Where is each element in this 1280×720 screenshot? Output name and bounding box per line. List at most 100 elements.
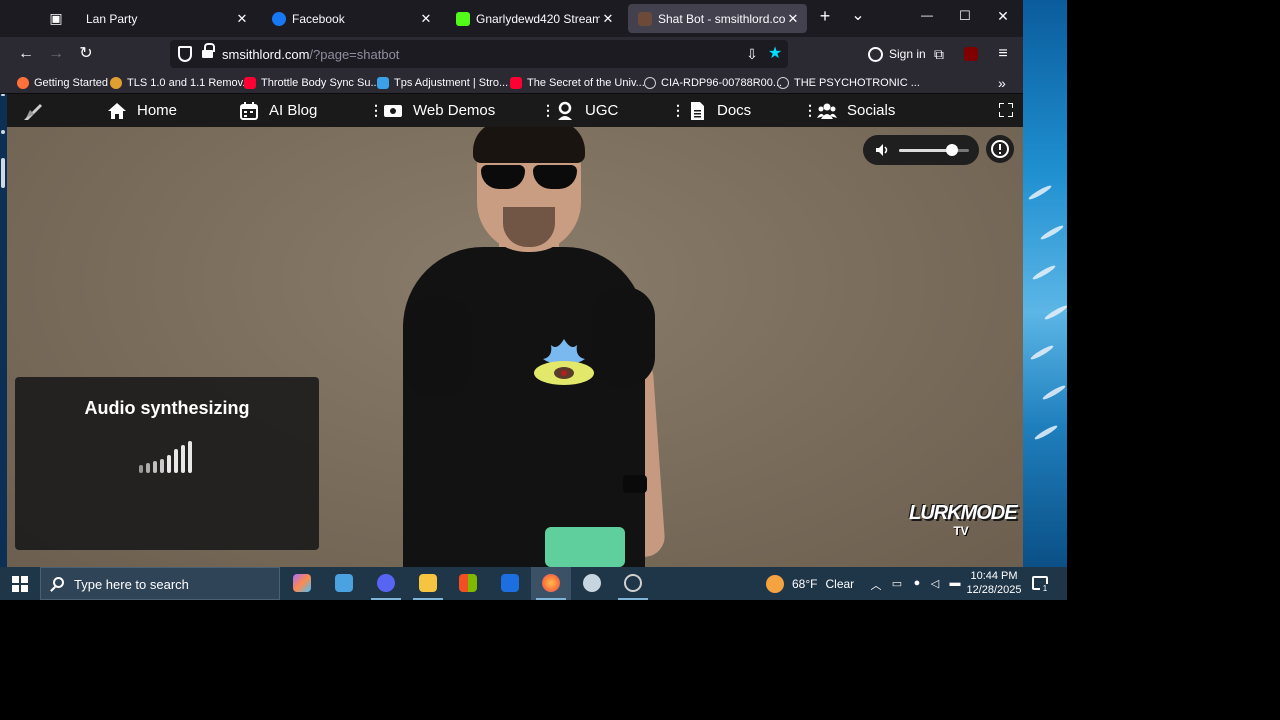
avatar-shorts <box>545 527 625 567</box>
new-tab-icon[interactable]: + <box>815 6 835 27</box>
document-icon <box>691 101 704 120</box>
weather-widget[interactable]: 68°F Clear <box>766 573 854 595</box>
address-bar[interactable]: smsithlord.com/?page=shatbot ⇩ ★ <box>170 40 788 68</box>
nav-docs[interactable]: Docs <box>687 94 751 127</box>
reload-icon[interactable]: ↻ <box>75 43 97 65</box>
download-icon[interactable]: ⇩ <box>743 45 761 63</box>
tab-facebook[interactable]: Facebook ✕ <box>262 4 440 33</box>
watermark-sub: TV <box>953 524 969 538</box>
taskbar-speedometer-app[interactable] <box>613 567 653 600</box>
steam-icon <box>583 574 601 592</box>
more-bookmarks-chevron-icon[interactable]: » <box>998 75 1006 91</box>
nav-separator-dots: ⋮ <box>369 102 383 118</box>
close-tab-icon[interactable]: ✕ <box>234 11 250 27</box>
bookmark-label: TLS 1.0 and 1.1 Remov... <box>127 76 252 89</box>
bookmarks-toolbar: Getting Started TLS 1.0 and 1.1 Remov...… <box>0 71 1023 94</box>
microphone-icon[interactable]: ● <box>910 577 924 589</box>
windows-taskbar: Type here to search 68°F Clear ︿ ▭ ● ◁ ▬… <box>0 567 1067 600</box>
users-icon <box>817 103 837 119</box>
weather-temp: 68°F <box>792 577 818 591</box>
volume-slider-thumb[interactable] <box>945 144 958 156</box>
desktop-edge-strip <box>0 94 7 567</box>
bookmark-item[interactable]: Getting Started <box>17 75 108 90</box>
tab-bar: ▣ Lan Party ✕ Facebook ✕ Gnarlydewd420 S… <box>0 0 1023 37</box>
nav-label: Web Demos <box>413 102 496 119</box>
fullscreen-icon[interactable] <box>999 103 1013 117</box>
taskbar-copilot[interactable] <box>282 567 322 600</box>
taskbar-steam[interactable] <box>572 567 612 600</box>
close-tab-icon[interactable]: ✕ <box>785 11 801 27</box>
nav-ai-blog[interactable]: AI Blog <box>239 94 317 127</box>
firefox-view-icon[interactable]: ▣ <box>46 8 66 28</box>
url-text[interactable]: smsithlord.com/?page=shatbot <box>222 47 399 62</box>
network-icon[interactable]: ▬ <box>948 577 962 589</box>
taskbar-discord[interactable] <box>366 567 406 600</box>
extensions-icon[interactable]: ⧉ <box>928 43 950 65</box>
bookmark-item[interactable]: The Secret of the Univ... <box>510 75 645 90</box>
bookmark-item[interactable]: Tps Adjustment | Stro... <box>377 75 508 90</box>
nav-label: UGC <box>585 102 619 119</box>
minimize-icon[interactable]: — <box>917 8 937 22</box>
bookmark-star-icon[interactable]: ★ <box>766 45 784 63</box>
ublock-origin-icon[interactable] <box>960 43 982 65</box>
system-clock[interactable]: 10:44 PM 12/28/2025 <box>962 569 1026 597</box>
avatar-sunglasses <box>477 165 581 191</box>
lock-icon[interactable] <box>202 43 215 59</box>
nav-web-demos[interactable]: Web Demos <box>383 94 495 127</box>
hamburger-menu-icon[interactable]: ≡ <box>992 43 1014 65</box>
avatar-hair <box>473 127 585 163</box>
avatar-3d-viewport[interactable]: Audio synthesizing LURKMODE TV <box>7 127 1023 567</box>
tab-lan-party[interactable]: Lan Party ✕ <box>76 4 256 33</box>
search-icon <box>53 577 64 588</box>
taskbar-outlook[interactable] <box>490 567 530 600</box>
list-all-tabs-icon[interactable]: ⌄ <box>848 5 868 25</box>
taskbar-microsoft-store[interactable] <box>448 567 488 600</box>
audio-status-panel: Audio synthesizing <box>15 377 319 550</box>
desktop-wallpaper <box>1023 0 1067 567</box>
close-tab-icon[interactable]: ✕ <box>418 11 434 27</box>
nav-label: Socials <box>847 102 896 119</box>
volume-tray-icon[interactable]: ◁ <box>928 577 942 590</box>
navigation-toolbar: ← → ↻ smsithlord.com/?page=shatbot ⇩ ★ S… <box>0 37 1023 71</box>
bookmark-item[interactable]: THE PSYCHOTRONIC ... <box>777 75 920 90</box>
windows-start-icon[interactable] <box>12 576 28 592</box>
meet-now-icon[interactable]: ▭ <box>890 577 904 590</box>
bookmark-label: Tps Adjustment | Stro... <box>394 76 509 89</box>
maximize-icon[interactable]: ☐ <box>955 8 975 24</box>
tab-label: Facebook <box>292 11 345 26</box>
globe-icon <box>644 76 656 89</box>
close-window-icon[interactable]: ✕ <box>993 8 1013 25</box>
speaker-icon[interactable] <box>875 143 889 157</box>
forward-arrow-icon[interactable]: → <box>45 43 67 65</box>
url-path: /?page=shatbot <box>309 47 400 62</box>
shirt-eye-flame-graphic <box>534 339 594 385</box>
nav-label: AI Blog <box>269 102 318 119</box>
back-arrow-icon[interactable]: ← <box>15 43 37 65</box>
firefox-icon <box>17 76 29 89</box>
bookmark-label: THE PSYCHOTRONIC ... <box>794 76 920 89</box>
bookmark-item[interactable]: Throttle Body Sync Su... <box>244 75 380 90</box>
globe-icon <box>777 76 789 89</box>
bookmark-item[interactable]: CIA-RDP96-00788R00... <box>644 75 782 90</box>
show-hidden-icons-chevron-icon[interactable]: ︿ <box>869 577 883 593</box>
taskbar-firefox[interactable] <box>531 567 571 600</box>
info-alert-button[interactable] <box>986 135 1014 163</box>
volume-control <box>863 135 979 165</box>
tab-shat-bot[interactable]: Shat Bot - smsithlord.com ✕ <box>628 4 807 33</box>
tracking-protection-shield-icon[interactable] <box>178 46 192 62</box>
taskbar-file-explorer[interactable] <box>408 567 448 600</box>
quill-logo-icon[interactable] <box>22 100 44 122</box>
bookmark-item[interactable]: TLS 1.0 and 1.1 Remov... <box>110 75 252 90</box>
tab-kick-stream[interactable]: Gnarlydewd420 Stream - Watc ✕ <box>446 4 622 33</box>
taskbar-files-app[interactable] <box>324 567 364 600</box>
sign-in-button[interactable]: Sign in <box>862 41 932 67</box>
taskbar-search-box[interactable]: Type here to search <box>40 567 280 600</box>
outlook-icon <box>501 574 519 592</box>
nav-ugc[interactable]: UGC <box>555 94 618 127</box>
files-app-icon <box>335 574 353 592</box>
nav-socials[interactable]: Socials <box>817 94 895 127</box>
clock-date: 12/28/2025 <box>966 584 1022 596</box>
close-tab-icon[interactable]: ✕ <box>600 11 616 27</box>
nav-home[interactable]: Home <box>107 94 177 127</box>
audio-wave-icon <box>139 441 199 477</box>
